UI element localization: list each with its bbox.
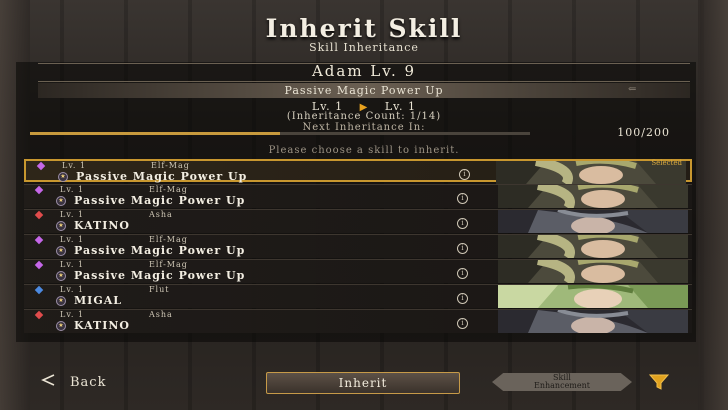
skill-name-bar: Passive Magic Power Up [38,83,690,98]
row-level: Lv. 1 [60,210,85,219]
choose-skill-prompt: Please choose a skill to inherit. [268,145,460,156]
rarity-gem-icon [34,310,44,320]
rarity-gem-icon [34,185,44,195]
info-icon[interactable]: i [457,218,468,229]
skill-star-icon: ★ [56,221,66,231]
filter-funnel-icon[interactable] [648,373,670,391]
skill-star-icon: ★ [56,196,66,206]
back-button[interactable]: Back [40,374,106,390]
progress-fill [30,132,280,135]
row-class: Asha [149,210,173,219]
row-skill-name: KATINO [74,319,131,332]
skill-star-icon: ★ [58,172,68,182]
rarity-gem-icon [34,285,44,295]
info-icon[interactable]: i [457,268,468,279]
character-portrait [498,210,688,233]
rarity-gem-icon [36,161,46,171]
inheritance-count: (Inheritance Count: 1/14) [286,111,442,122]
row-class: Elf-Mag [149,185,188,194]
row-class: Elf-Mag [149,235,188,244]
skill-star-icon: ★ [56,296,66,306]
row-class: Elf-Mag [151,161,190,170]
skill-list-item[interactable]: Lv. 1 Elf-Mag ★ Passive Magic Power Up i [24,259,692,283]
row-class: Asha [149,310,173,319]
row-skill-name: Passive Magic Power Up [76,170,248,183]
row-level: Lv. 1 [60,310,85,319]
row-skill-name: KATINO [74,219,131,232]
skill-list-item[interactable]: Lv. 1 Elf-Mag ★ Passive Magic Power Up i [24,234,692,258]
row-level: Lv. 1 [60,260,85,269]
divider [38,81,690,82]
row-skill-name: Passive Magic Power Up [74,244,246,257]
info-icon[interactable]: i [457,293,468,304]
character-name-level: Adam Lv. 9 [311,62,417,80]
rarity-gem-icon [34,235,44,245]
skill-star-icon: ★ [56,321,66,331]
info-icon[interactable]: i [459,169,470,180]
row-skill-name: Passive Magic Power Up [74,194,246,207]
character-portrait [498,185,688,208]
skill-list-item[interactable]: Lv. 1 Asha ★ KATINO i [24,209,692,233]
back-label: Back [70,375,107,390]
skill-star-icon: ★ [56,246,66,256]
row-level: Lv. 1 [60,285,85,294]
row-level: Lv. 1 [60,235,85,244]
page-subtitle: Skill Inheritance [309,41,419,54]
row-skill-name: MIGAL [74,294,122,307]
character-portrait [498,235,688,258]
info-icon[interactable]: i [457,318,468,329]
character-portrait [498,285,688,308]
row-class: Elf-Mag [149,260,188,269]
rarity-gem-icon [34,260,44,270]
page-title: Inherit Skill [265,14,463,43]
skill-list-item[interactable]: Lv. 1 Elf-Mag ★ Passive Magic Power Up i Sele… [24,159,692,184]
row-skill-name: Passive Magic Power Up [74,269,246,282]
character-portrait [498,310,688,333]
info-icon[interactable]: i [457,193,468,204]
skill-star-icon: ★ [56,271,66,281]
skill-list-item[interactable]: Lv. 1 Asha ★ KATINO i [24,309,692,333]
character-portrait [498,260,688,283]
info-icon[interactable]: i [457,243,468,254]
back-arrow-icon [40,374,56,390]
progress-value: 100/200 [617,126,670,139]
decor-arrow-icon: ⇐ [628,84,637,95]
row-class: Flut [149,285,170,294]
row-level: Lv. 1 [60,185,85,194]
inheritance-progress-bar [30,132,530,135]
selected-tag: Selected [651,159,682,167]
enhancement-label-line2: Enhancement [534,381,590,390]
skill-list-item[interactable]: Lv. 1 Elf-Mag ★ Passive Magic Power Up i [24,184,692,208]
row-level: Lv. 1 [62,161,87,170]
rarity-gem-icon [34,210,44,220]
skill-enhancement-button[interactable]: Skill Enhancement [492,373,632,391]
inherit-button[interactable]: Inherit [266,372,460,394]
skill-list-item[interactable]: Lv. 1 Flut ★ MIGAL i [24,284,692,308]
